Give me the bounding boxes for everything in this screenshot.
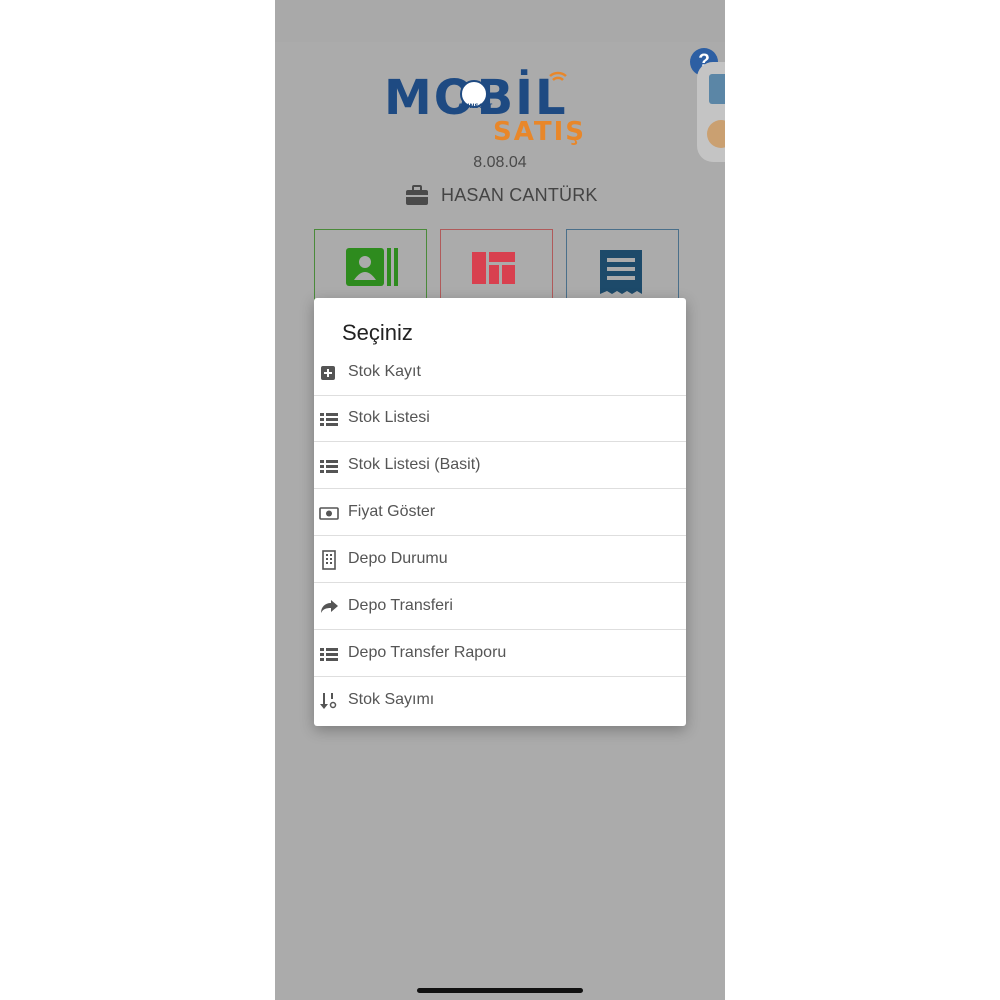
status-bar [275,0,725,42]
version-text: 8.08.04 [473,154,527,171]
briefcase-icon [406,185,428,205]
list-icon [320,413,338,426]
dialog-title: Seçiniz [342,320,413,345]
app-logo: MOBİL SATIŞ AKINSOFT [384,69,586,147]
logo-brand-text: AKINSOFT [458,103,493,110]
menu-item-depo-transfer-raporu[interactable]: Depo Transfer Raporu [314,631,686,677]
menu-item-label: Depo Transferi [348,597,453,614]
menu-item-label: Stok Listesi [348,409,430,426]
menu-item-label: Stok Kayıt [348,363,421,380]
list-icon [320,648,338,661]
menu-item-stok-listesi-basit[interactable]: Stok Listesi (Basit) [314,443,686,489]
menu-item-label: Stok Sayımı [348,691,435,708]
menu-item-depo-transferi[interactable]: Depo Transferi [314,584,686,630]
money-icon [319,507,339,520]
select-dialog: Seçiniz Stok Kayıt Stok Listesi Stok Lis… [314,298,686,726]
sort-numeric-icon [320,693,337,709]
menu-item-stok-listesi[interactable]: Stok Listesi [314,396,686,442]
share-arrow-icon [321,600,338,613]
home-indicator [417,988,583,993]
menu-item-depo-durumu[interactable]: Depo Durumu [314,537,686,583]
menu-item-label: Depo Transfer Raporu [348,644,507,661]
computer-icon[interactable] [709,74,725,104]
logo-sub-text: SATIŞ [493,117,586,147]
menu-item-label: Depo Durumu [348,550,448,567]
plus-square-icon [321,366,335,380]
avatar-icon[interactable] [707,120,725,148]
building-icon [322,550,336,570]
menu-item-label: Stok Listesi (Basit) [348,456,481,473]
contact-card-icon [346,248,398,286]
user-name: HASAN CANTÜRK [441,184,598,205]
side-quick-panel[interactable] [697,62,725,162]
menu-item-label: Fiyat Göster [348,503,436,520]
receipt-icon [600,250,642,294]
dashboard-icon [472,252,515,284]
menu-item-stok-sayimi[interactable]: Stok Sayımı [314,678,686,724]
list-icon [320,460,338,473]
menu-item-fiyat-goster[interactable]: Fiyat Göster [314,490,686,536]
user-row: HASAN CANTÜRK [405,183,598,207]
menu-item-stok-kayit[interactable]: Stok Kayıt [314,350,686,396]
